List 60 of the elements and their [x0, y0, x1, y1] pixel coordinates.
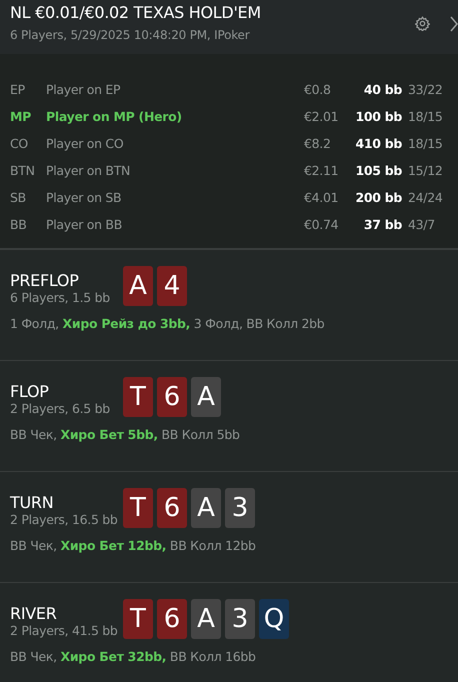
player-name: Player on MP (Hero) [46, 109, 183, 124]
player-stack-bb: 200 bb [354, 190, 402, 205]
player-name: Player on SB [46, 190, 122, 205]
player-stack-bb: 37 bb [362, 217, 402, 232]
player-stack-bb: 40 bb [362, 82, 402, 97]
street-name: FLOP [10, 382, 50, 401]
player-stats: 15/12 [407, 163, 444, 178]
street-pot: 6 Players, 1.5 bb [10, 290, 111, 305]
playing-card: 4 [157, 266, 187, 306]
street-name: PREFLOP [10, 271, 80, 290]
player-stats: 43/7 [407, 217, 436, 232]
playing-card: 3 [225, 488, 255, 528]
street-actions: BB Чек, Хиро Бет 12bb, BB Колл 12bb [10, 538, 257, 553]
playing-card: A [123, 266, 153, 306]
playing-card: T [123, 377, 153, 417]
player-name: Player on CO [46, 136, 124, 151]
street-actions: 1 Фолд, Хиро Рейз до 3bb, 3 Фолд, BB Колл 2bb [10, 316, 326, 331]
player-position: EP [10, 82, 26, 97]
player-position: SB [10, 190, 27, 205]
street-actions: BB Чек, Хиро Бет 32bb, BB Колл 16bb [10, 649, 257, 664]
playing-card: 6 [157, 599, 187, 639]
playing-card: 6 [157, 377, 187, 417]
player-stack: €2.11 [304, 163, 340, 178]
player-position: CO [10, 136, 29, 151]
chevron-right-icon[interactable] [450, 16, 458, 32]
playing-card: Q [259, 599, 289, 639]
playing-card: 6 [157, 488, 187, 528]
player-stack-bb: 105 bb [354, 163, 402, 178]
playing-card: A [191, 599, 221, 639]
player-position: BB [10, 217, 28, 232]
playing-card: T [123, 599, 153, 639]
player-stack: €2.01 [304, 109, 340, 124]
player-stats: 18/15 [407, 109, 444, 124]
player-stack: €8.2 [304, 136, 332, 151]
settings-icon[interactable] [415, 16, 430, 31]
street-pot: 2 Players, 6.5 bb [10, 401, 111, 416]
player-name: Player on EP [46, 82, 122, 97]
player-name: Player on BTN [46, 163, 132, 178]
hand-title: NL €0.01/€0.02 TEXAS HOLD'EM [10, 3, 262, 22]
street-pot: 2 Players, 16.5 bb [10, 512, 119, 527]
player-stack: €0.8 [304, 82, 332, 97]
player-stack-bb: 100 bb [354, 109, 402, 124]
street-pot: 2 Players, 41.5 bb [10, 623, 119, 638]
player-stats: 33/22 [407, 82, 444, 97]
street-actions: BB Чек, Хиро Бет 5bb, BB Колл 5bb [10, 427, 241, 442]
hand-subtitle: 6 Players, 5/29/2025 10:48:20 PM, IPoker [10, 28, 251, 42]
playing-card: A [191, 488, 221, 528]
player-stack: €4.01 [304, 190, 340, 205]
player-position: MP [10, 109, 32, 124]
player-stats: 24/24 [407, 190, 444, 205]
playing-card: A [191, 377, 221, 417]
player-stack-bb: 410 bb [354, 136, 402, 151]
player-position: BTN [10, 163, 36, 178]
street-name: TURN [10, 493, 54, 512]
playing-card: T [123, 488, 153, 528]
street-name: RIVER [10, 604, 58, 623]
playing-card: 3 [225, 599, 255, 639]
player-stack: €0.74 [304, 217, 340, 232]
player-stats: 18/15 [407, 136, 444, 151]
player-name: Player on BB [46, 217, 123, 232]
